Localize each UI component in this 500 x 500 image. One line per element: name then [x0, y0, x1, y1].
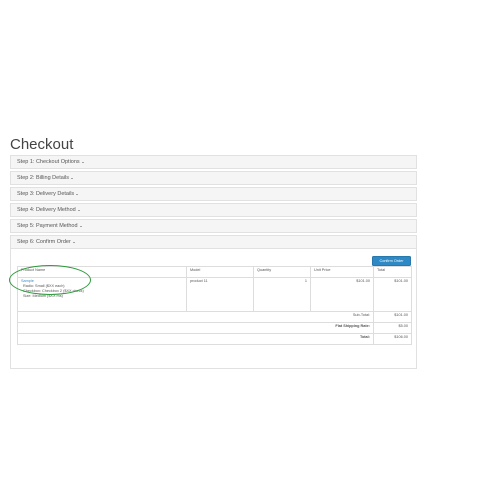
page-title: Checkout	[10, 136, 74, 153]
step-delivery-method[interactable]: Step 4: Delivery Method	[10, 203, 417, 217]
caret-down-icon	[70, 177, 73, 179]
step-label: Step 2: Billing Details	[17, 175, 69, 181]
checkout-steps: Step 1: Checkout Options Step 2: Billing…	[10, 155, 417, 369]
shipping-value: $5.00	[373, 322, 412, 334]
total-row: Total: $106.00	[17, 333, 412, 345]
order-table: Product Name Model Quantity Unit Price T…	[17, 266, 412, 345]
step-label: Step 5: Payment Method	[17, 223, 78, 229]
header-model: Model	[186, 266, 254, 278]
caret-down-icon	[76, 193, 79, 195]
step-label: Step 1: Checkout Options	[17, 159, 80, 165]
confirm-order-button[interactable]: Confirm Order	[372, 256, 411, 266]
unit-price-cell: $101.00	[310, 277, 374, 312]
total-label: Total:	[17, 333, 374, 345]
confirm-order-panel: Product Name Model Quantity Unit Price T…	[10, 249, 417, 369]
step-confirm-order[interactable]: Step 6: Confirm Order	[10, 235, 417, 249]
shipping-label: Flat Shipping Rate:	[17, 322, 374, 334]
table-row: Sample Radio: Small ($XX each) Checkbox:…	[17, 277, 412, 312]
shipping-row: Flat Shipping Rate: $5.00	[17, 322, 412, 334]
caret-down-icon	[81, 161, 84, 163]
product-option: Size: Medium ($XX ms)	[23, 294, 63, 298]
step-checkout-options[interactable]: Step 1: Checkout Options	[10, 155, 417, 169]
step-label: Step 3: Delivery Details	[17, 191, 75, 197]
step-label: Step 6: Confirm Order	[17, 239, 71, 245]
total-value: $106.00	[373, 333, 412, 345]
subtotal-label: Sub-Total:	[17, 311, 374, 323]
total-cell: $101.00	[373, 277, 412, 312]
product-cell: Sample Radio: Small ($XX each) Checkbox:…	[17, 277, 187, 312]
step-payment-method[interactable]: Step 5: Payment Method	[10, 219, 417, 233]
quantity-cell: 1	[253, 277, 311, 312]
header-unit-price: Unit Price	[310, 266, 374, 278]
step-label: Step 4: Delivery Method	[17, 207, 76, 213]
caret-down-icon	[77, 209, 80, 211]
header-product-name: Product Name	[17, 266, 187, 278]
caret-down-icon	[72, 241, 75, 243]
model-cell: product 11	[186, 277, 254, 312]
header-total: Total	[373, 266, 412, 278]
step-billing-details[interactable]: Step 2: Billing Details	[10, 171, 417, 185]
step-delivery-details[interactable]: Step 3: Delivery Details	[10, 187, 417, 201]
table-header-row: Product Name Model Quantity Unit Price T…	[17, 266, 412, 278]
subtotal-value: $101.00	[373, 311, 412, 323]
caret-down-icon	[79, 225, 82, 227]
subtotal-row: Sub-Total: $101.00	[17, 311, 412, 323]
header-quantity: Quantity	[253, 266, 311, 278]
